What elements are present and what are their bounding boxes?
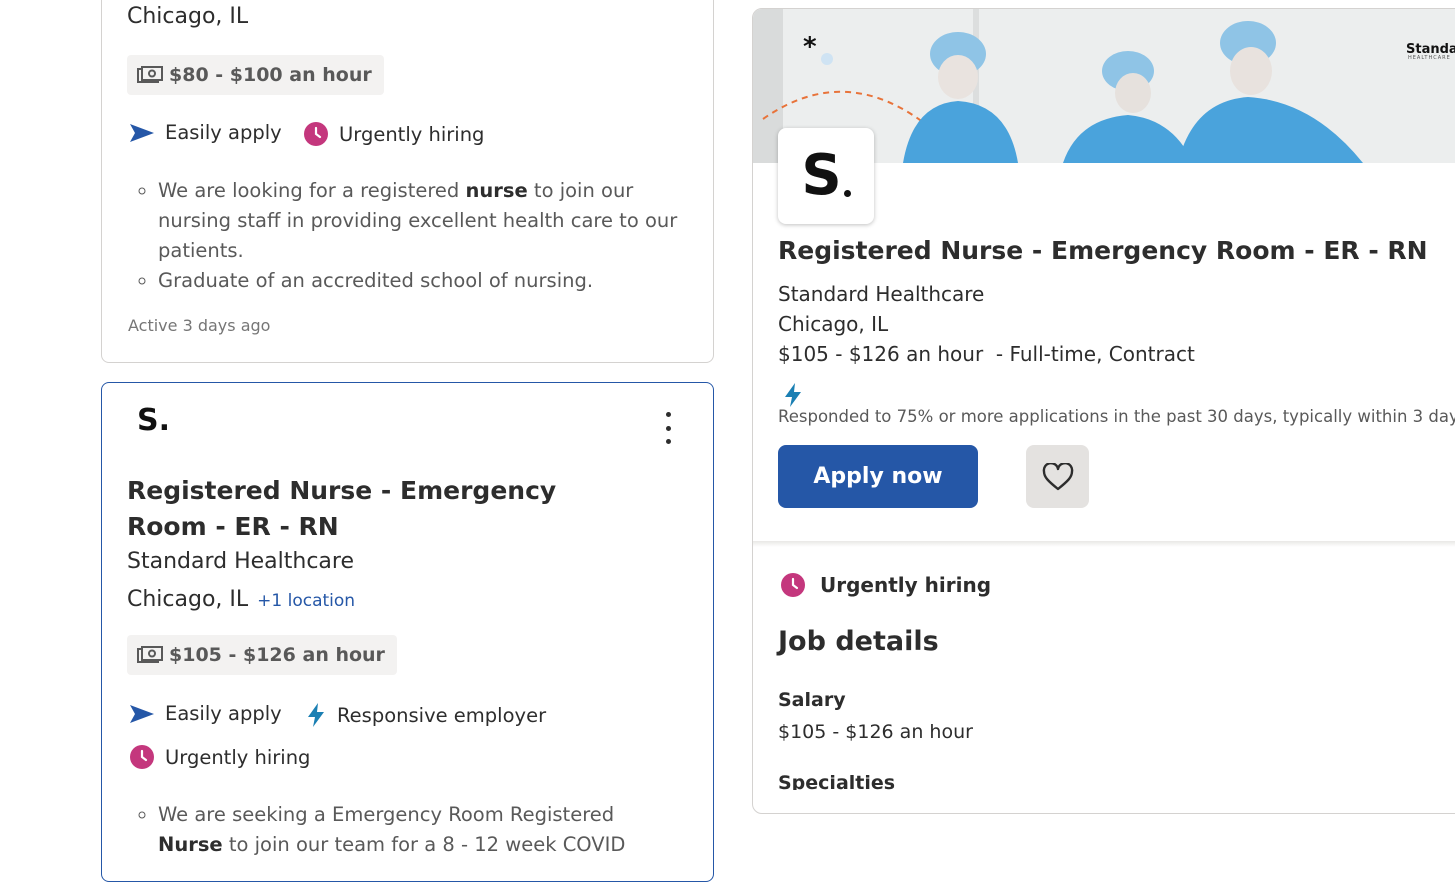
company-name: Standard Healthcare [127,549,354,574]
urgently-hiring-label: Urgently hiring [339,122,485,146]
job-title: Registered Nurse - Emergency Room - ER -… [778,236,1428,265]
clock-icon [304,122,328,146]
responsive-employer-note: Responded to 75% or more applications in… [778,407,1455,426]
easily-apply-label: Easily apply [165,121,282,144]
job-details-heading: Job details [778,626,939,657]
location-text: Chicago, IL [127,587,249,612]
salary-chip: $80 - $100 an hour [127,55,384,95]
section-divider [753,541,1455,547]
easily-apply-label: Easily apply [165,702,282,725]
banner-brand-subtext: HEALTHCARE [1408,55,1451,61]
more-options-icon[interactable] [656,412,680,444]
send-arrow-icon [130,704,154,723]
easily-apply-attribute: Easily apply [129,121,282,144]
salary-heading: Salary [778,689,846,711]
job-card-2[interactable]: S. Registered Nurse - Emergency Room - E… [101,382,714,882]
job-location: Chicago, IL +1 location [127,587,355,612]
save-job-button[interactable] [1026,445,1089,508]
urgently-hiring-attribute: Urgently hiring [129,744,310,770]
snippet-bullet: We are looking for a registered nurse to… [158,176,678,266]
clock-icon [781,573,805,597]
urgently-hiring-label: Urgently hiring [820,573,992,597]
clock-icon [130,745,154,769]
job-location: Chicago, IL [778,312,889,336]
company-name-link[interactable]: Standard Healthcare [778,282,984,306]
company-logo: S. [137,403,171,438]
money-icon [137,66,163,83]
salary-text: $105 - $126 an hour [169,644,385,666]
lightning-bolt-icon [785,383,801,407]
send-arrow-icon [130,123,154,142]
salary-and-job-type: $105 - $126 an hour - Full-time, Contrac… [778,342,1195,366]
money-icon [137,646,163,663]
salary-value: $105 - $126 an hour [778,721,973,743]
company-logo: S [778,128,874,224]
salary-text: $80 - $100 an hour [169,64,372,86]
job-snippet: We are looking for a registered nurse to… [127,176,678,296]
job-card-1[interactable]: Chicago, IL $80 - $100 an hour Easily ap… [101,0,714,363]
responsive-employer-attribute: Responsive employer [305,702,546,728]
easily-apply-attribute: Easily apply [129,702,282,725]
snippet-bullet: We are seeking a Emergency Room Register… [158,800,678,860]
responsive-employer-label: Responsive employer [337,703,547,727]
job-snippet: We are seeking a Emergency Room Register… [127,800,678,860]
apply-now-button[interactable]: Apply now [778,445,978,508]
salary-chip: $105 - $126 an hour [127,635,397,675]
job-location: Chicago, IL [127,4,249,29]
snippet-bullet: Graduate of an accredited school of nurs… [158,266,678,296]
more-locations-link[interactable]: +1 location [257,591,355,611]
job-title-link[interactable]: Registered Nurse - Emergency Room - ER -… [127,473,627,545]
lightning-bolt-icon [308,703,324,727]
posted-date: Active 3 days ago [128,316,271,335]
logo-letter: S [801,143,842,208]
urgently-hiring-label: Urgently hiring [165,745,311,769]
job-detail-pane: * Standard HEALTHCARE S Regi [752,8,1455,814]
svg-text:*: * [803,32,817,62]
heart-icon [1042,462,1073,490]
specialties-heading: Specialties [778,772,896,790]
logo-dot [843,189,851,197]
urgently-hiring-badge: Urgently hiring [780,572,991,598]
urgently-hiring-attribute: Urgently hiring [303,121,484,147]
